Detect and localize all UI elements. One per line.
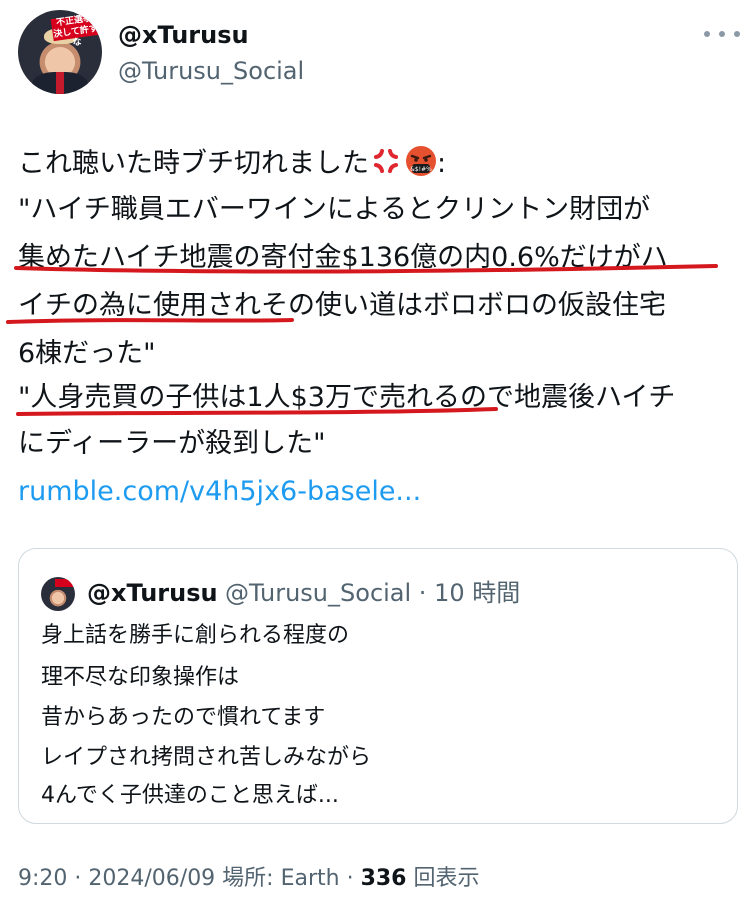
quote-display-name[interactable]: @xTurusu bbox=[87, 577, 218, 609]
quote-handle-time[interactable]: @Turusu_Social · 10 時間 bbox=[225, 577, 520, 609]
tweet-text-line: 6棟だった" bbox=[18, 338, 156, 369]
author-display-name[interactable]: @xTurusu bbox=[118, 20, 249, 50]
quote-avatar-badge bbox=[55, 579, 73, 587]
tweet-text-line: "人身売買の子供は1人$3万で売れるので地震後ハイチ bbox=[18, 382, 676, 413]
author-avatar[interactable]: 不正選挙 決して許すな bbox=[18, 10, 102, 94]
tweet-meta: 9:20 · 2024/06/09 場所: Earth · 336 回表示 bbox=[18, 864, 480, 894]
face-with-symbols-icon: &$!#% bbox=[406, 146, 436, 176]
more-dot bbox=[704, 31, 710, 37]
timestamp-location[interactable]: 9:20 · 2024/06/09 場所: Earth · bbox=[18, 866, 361, 891]
anger-symbol-icon bbox=[372, 147, 400, 175]
more-dot bbox=[719, 31, 725, 37]
quote-text-line: レイプされ拷問され苦しみながら bbox=[41, 745, 372, 770]
avatar-badge-text: 不正選挙 決して許すな bbox=[50, 12, 100, 48]
tweet-link[interactable]: rumble.com/v4h5jx6-basele... bbox=[18, 472, 421, 512]
avatar-tie bbox=[56, 72, 64, 94]
views-label: 回表示 bbox=[406, 866, 480, 891]
tweet-text-line: 集めたハイチ地震の寄付金$136億の内0.6%だけがハ bbox=[18, 242, 668, 273]
tweet-text-line: これ聴いた時ブチ切れました &$!#% : bbox=[18, 144, 446, 184]
svg-text:&$!#%: &$!#% bbox=[410, 166, 432, 173]
tweet-text-line: にディーラーが殺到した" bbox=[18, 428, 326, 459]
tweet: 不正選挙 決して許すな @xTurusu @Turusu_Social これ聴い… bbox=[0, 0, 750, 910]
more-options-icon[interactable] bbox=[704, 22, 740, 46]
quote-text-line: 身上話を勝手に創られる程度の bbox=[41, 623, 350, 648]
views-count: 336 bbox=[360, 866, 407, 891]
quote-text-line: 4んでく子供達のこと思えば... bbox=[41, 783, 339, 808]
quote-author-avatar[interactable] bbox=[41, 577, 75, 611]
tweet-text-line: イチの為に使用されその使い道はボロボロの仮設住宅 bbox=[18, 290, 666, 321]
tweet-text-colon: : bbox=[437, 148, 447, 179]
more-dot bbox=[734, 31, 740, 37]
quote-text-line: 理不尽な印象操作は bbox=[41, 665, 240, 690]
tweet-text-segment: これ聴いた時ブチ切れました bbox=[18, 148, 369, 179]
quoted-tweet-card[interactable]: @xTurusu @Turusu_Social · 10 時間 身上話を勝手に創… bbox=[18, 548, 738, 824]
tweet-text-line: "ハイチ職員エバーワインによるとクリントン財団が bbox=[18, 194, 651, 225]
quote-text-line: 昔からあったので慣れてます bbox=[41, 705, 326, 730]
author-handle[interactable]: @Turusu_Social bbox=[118, 56, 304, 86]
